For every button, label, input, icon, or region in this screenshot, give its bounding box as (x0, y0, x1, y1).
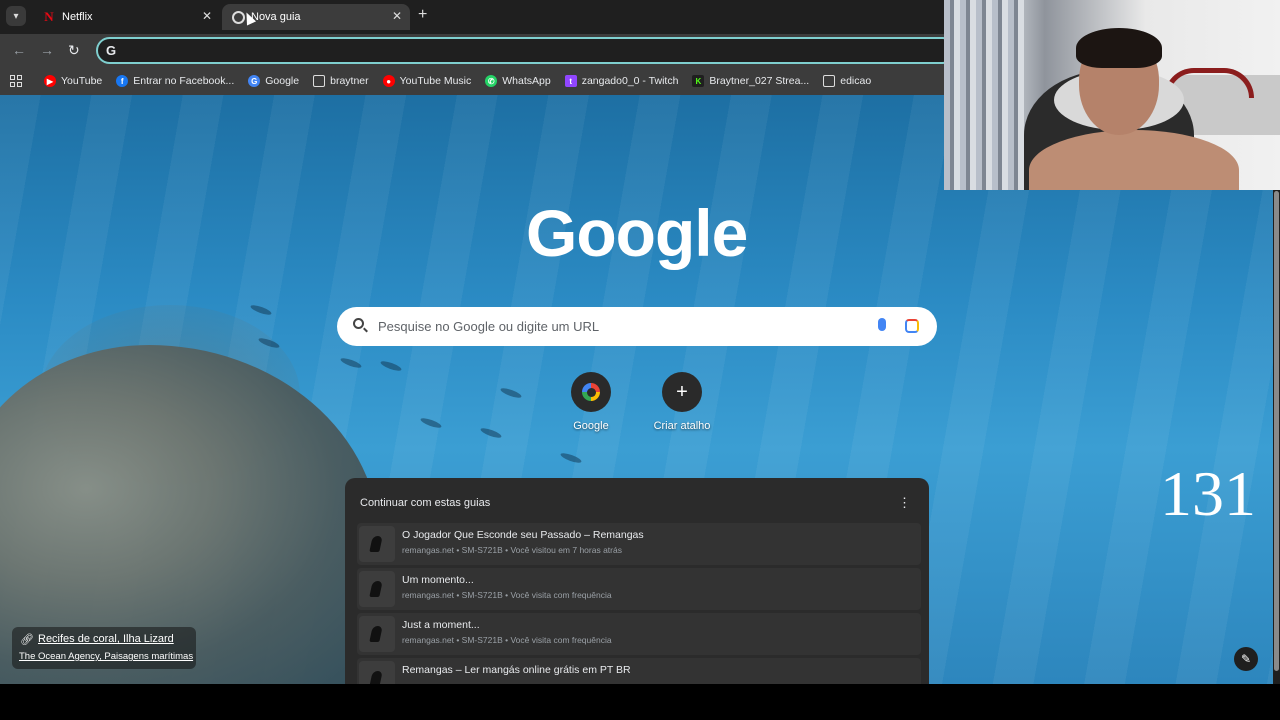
link-icon: 🔗︎ (20, 634, 34, 646)
panel-title: Continuar com estas guias (360, 497, 491, 509)
site-thumbnail (359, 616, 395, 652)
tab-search-button[interactable]: ▾ (6, 6, 26, 26)
letterbox-bar (0, 684, 1280, 720)
back-icon[interactable]: ← (12, 42, 26, 58)
netflix-icon: N (44, 9, 54, 24)
item-title: Just a moment... (402, 619, 480, 631)
bookmark-twitch[interactable]: t zangado0_0 - Twitch (564, 75, 678, 87)
chevron-down-icon: ▾ (13, 10, 19, 22)
scrollbar-thumb[interactable] (1274, 191, 1279, 671)
list-item[interactable]: Um momento... remangas.net • SM-S721B • … (357, 568, 921, 610)
google-icon: G (248, 75, 261, 87)
tab-title: Nova guia (251, 11, 301, 23)
bookmark-folder-edicao[interactable]: edicao (823, 75, 871, 87)
address-bar[interactable]: G (96, 37, 956, 64)
bookmark-google[interactable]: G Google (248, 75, 299, 87)
background-attribution: 🔗︎ Recifes de coral, Ilha Lizard The Oce… (12, 627, 196, 669)
shortcut-label: Criar atalho (653, 420, 711, 432)
site-thumbnail (359, 661, 395, 684)
item-title: O Jogador Que Esconde seu Passado – Rema… (402, 529, 644, 541)
tab-netflix[interactable]: N Netflix ✕ (32, 4, 220, 30)
site-thumbnail (359, 526, 395, 562)
reload-icon[interactable]: ↻ (68, 42, 80, 59)
google-icon (582, 383, 600, 401)
search-input[interactable] (378, 316, 858, 336)
close-icon[interactable]: ✕ (392, 9, 402, 23)
folder-icon (823, 75, 836, 87)
kick-icon: K (692, 75, 705, 87)
shortcut-label: Google (573, 420, 609, 432)
facebook-icon: f (116, 75, 129, 87)
site-thumbnail (359, 571, 395, 607)
forward-icon[interactable]: → (40, 42, 54, 58)
search-icon (353, 318, 364, 329)
google-logo: Google (526, 196, 748, 270)
apps-grid-icon[interactable] (10, 75, 22, 87)
more-vert-icon[interactable]: ⋮ (898, 495, 911, 511)
webcam-person-hair (1076, 28, 1162, 68)
overlay-counter: 131 (1160, 458, 1256, 529)
item-meta: remangas.net • SM-S721B • Você visitou e… (402, 545, 622, 555)
list-item[interactable]: O Jogador Que Esconde seu Passado – Rema… (357, 523, 921, 565)
shortcut-google[interactable]: Google (551, 372, 631, 432)
twitch-icon: t (564, 75, 577, 87)
webcam-overlay (944, 0, 1280, 190)
attribution-credit-link[interactable]: The Ocean Agency, Paisagens marítimas (19, 651, 193, 662)
continue-tabs-panel: Continuar com estas guias ⋮ O Jogador Qu… (345, 478, 929, 684)
youtube-icon: ▶ (44, 75, 56, 87)
bookmark-youtube[interactable]: ▶ YouTube (44, 75, 102, 87)
list-item[interactable]: Just a moment... remangas.net • SM-S721B… (357, 613, 921, 655)
item-meta: remangas.net • SM-S721B • Você visita co… (402, 590, 612, 600)
folder-icon (313, 75, 326, 87)
item-title: Um momento... (402, 574, 474, 586)
shortcut-tile[interactable] (571, 372, 611, 412)
webcam-curtain (944, 0, 1024, 190)
add-shortcut-button[interactable]: + (662, 372, 702, 412)
item-title: Remangas – Ler mangás online grátis em P… (402, 664, 631, 676)
google-icon: G (106, 43, 117, 58)
microphone-icon[interactable] (878, 318, 886, 331)
attribution-title-link[interactable]: Recifes de coral, Ilha Lizard (38, 633, 174, 645)
plus-icon: + (676, 380, 688, 403)
bookmark-youtube-music[interactable]: ● YouTube Music (382, 75, 471, 87)
search-box[interactable] (337, 307, 937, 346)
bookmark-kick[interactable]: K Braytner_027 Strea... (692, 75, 809, 87)
shortcut-add[interactable]: + Criar atalho (642, 372, 722, 432)
item-meta: remangas.net • SM-S721B • Você visita co… (402, 635, 612, 645)
google-lens-icon[interactable] (905, 319, 919, 333)
bookmark-folder-braytner[interactable]: braytner (313, 75, 369, 87)
whatsapp-icon: ✆ (485, 75, 498, 87)
customize-pencil-button[interactable]: ✎ (1234, 647, 1258, 671)
bookmark-whatsapp[interactable]: ✆ WhatsApp (485, 75, 551, 87)
youtube-music-icon: ● (382, 75, 395, 87)
bookmark-facebook[interactable]: f Entrar no Facebook... (116, 75, 234, 87)
tab-title: Netflix (62, 11, 93, 23)
new-tab-button[interactable]: + (418, 6, 427, 24)
close-icon[interactable]: ✕ (202, 9, 212, 23)
pencil-icon: ✎ (1240, 652, 1252, 666)
list-item[interactable]: Remangas – Ler mangás online grátis em P… (357, 658, 921, 684)
